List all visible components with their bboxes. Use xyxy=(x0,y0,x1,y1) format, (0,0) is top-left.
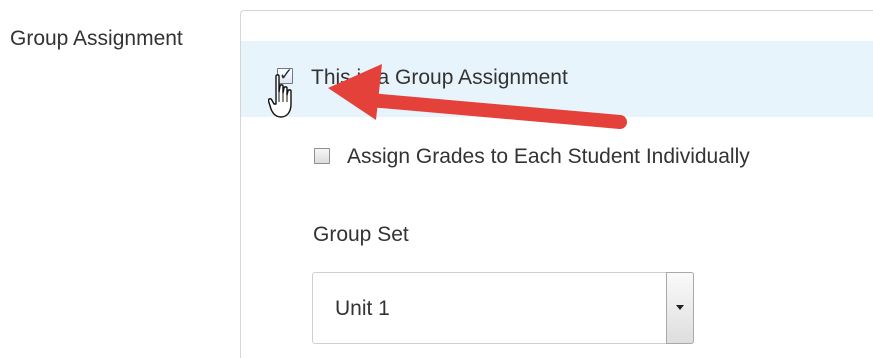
group-set-selected-value: Unit 1 xyxy=(335,297,390,320)
group-assignment-checkbox-label[interactable]: This is a Group Assignment xyxy=(311,66,568,90)
individual-grades-checkbox[interactable] xyxy=(314,148,330,164)
assignment-settings-page: Group Assignment ✓ This is a Group Assig… xyxy=(0,0,873,358)
checkmark-icon: ✓ xyxy=(279,65,294,84)
group-set-dropdown-button[interactable] xyxy=(666,272,694,344)
group-assignment-section-label: Group Assignment xyxy=(10,27,183,50)
individual-grades-checkbox-label[interactable]: Assign Grades to Each Student Individual… xyxy=(347,145,750,169)
chevron-down-icon xyxy=(676,305,684,310)
group-assignment-checkbox[interactable]: ✓ xyxy=(277,65,294,84)
group-set-select[interactable]: Unit 1 xyxy=(312,272,694,344)
group-set-label: Group Set xyxy=(313,223,409,246)
